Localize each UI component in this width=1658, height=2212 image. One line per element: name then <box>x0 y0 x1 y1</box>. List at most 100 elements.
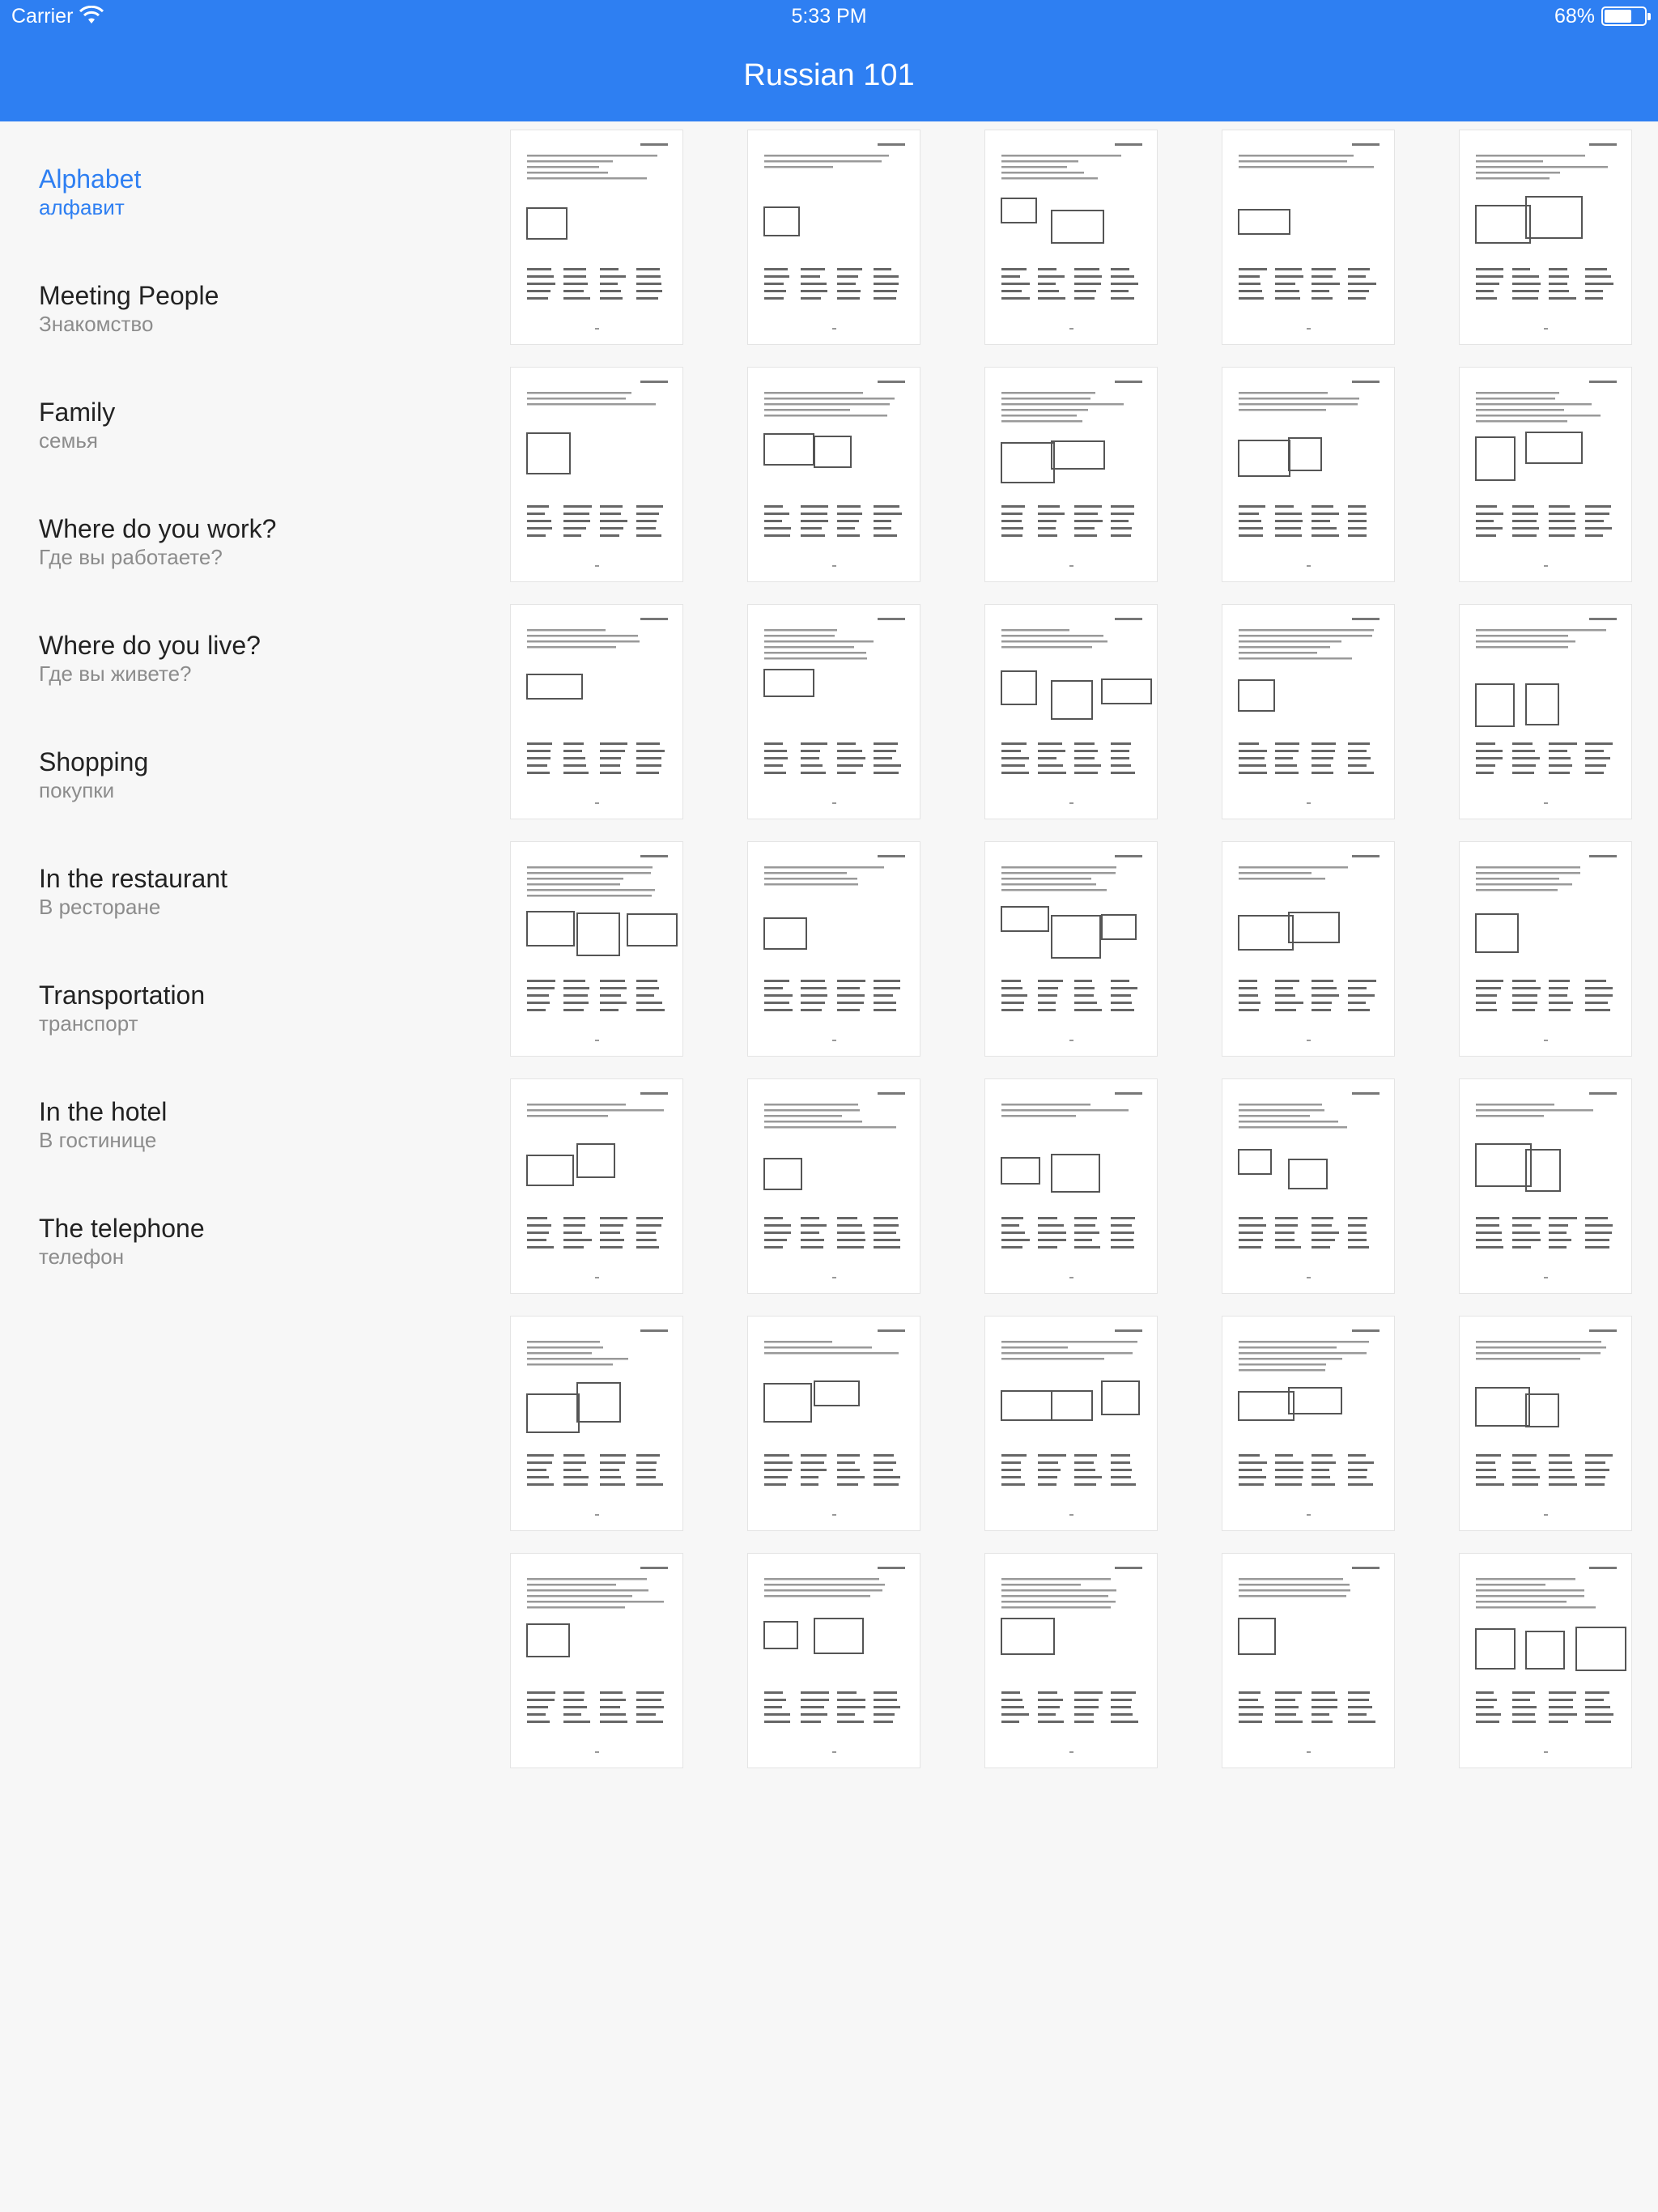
worksheet-page-thumbnail[interactable] <box>1222 1316 1395 1531</box>
sidebar-item-family[interactable]: Family семья <box>39 397 460 486</box>
worksheet-page-sketch <box>526 143 668 330</box>
worksheet-page-thumbnail[interactable] <box>1222 1553 1395 1768</box>
worksheet-page-sketch <box>1001 1329 1142 1516</box>
worksheet-page-thumbnail[interactable] <box>747 841 920 1057</box>
worksheet-page-sketch <box>1238 143 1380 330</box>
sidebar-item-in-the-restaurant[interactable]: In the restaurant В ресторане <box>39 863 460 952</box>
worksheet-page-sketch <box>1001 618 1152 804</box>
worksheet-page-sketch <box>1238 1092 1380 1278</box>
worksheet-page-thumbnail[interactable] <box>984 1078 1158 1294</box>
sidebar-item-sublabel: семья <box>39 428 98 453</box>
worksheet-page-sketch <box>1475 855 1617 1041</box>
worksheet-grid <box>510 130 1643 1781</box>
sidebar-item-sublabel: В ресторане <box>39 895 161 919</box>
worksheet-page-sketch <box>1001 855 1142 1041</box>
worksheet-page-thumbnail[interactable] <box>1222 130 1395 345</box>
worksheet-page-thumbnail[interactable] <box>510 1553 683 1768</box>
sidebar-item-sublabel: транспорт <box>39 1011 138 1036</box>
worksheet-page-thumbnail[interactable] <box>984 604 1158 819</box>
sidebar-item-sublabel: алфавит <box>39 195 125 219</box>
worksheet-page-thumbnail[interactable] <box>510 367 683 582</box>
sidebar-item-label: Transportation <box>39 981 206 1010</box>
sidebar-item-label: Shopping <box>39 747 149 776</box>
worksheet-page-sketch <box>526 618 668 804</box>
worksheet-page-thumbnail[interactable] <box>510 1078 683 1294</box>
sidebar-item-sublabel: телефон <box>39 1244 125 1269</box>
sidebar-item-alphabet[interactable]: Alphabet алфавит <box>39 164 460 253</box>
sidebar-item-meeting-people[interactable]: Meeting People Знакомство <box>39 280 460 369</box>
worksheet-page-thumbnail[interactable] <box>1459 1316 1632 1531</box>
worksheet-page-thumbnail[interactable] <box>984 130 1158 345</box>
worksheet-page-sketch <box>526 1329 668 1516</box>
battery-icon <box>1601 6 1651 26</box>
worksheet-page-thumbnail[interactable] <box>510 130 683 345</box>
worksheet-page-sketch <box>763 1567 905 1753</box>
worksheet-page-thumbnail[interactable] <box>747 130 920 345</box>
worksheet-page-sketch <box>526 1567 668 1753</box>
worksheet-page-sketch <box>763 1092 905 1278</box>
worksheet-page-thumbnail[interactable] <box>747 604 920 819</box>
worksheet-page-thumbnail[interactable] <box>1459 130 1632 345</box>
sidebar-item-label: Where do you live? <box>39 631 261 660</box>
status-bar: Carrier 5:33 PM 68% <box>0 0 1658 34</box>
worksheet-page-sketch <box>526 381 668 567</box>
sidebar-item-label: Where do you work? <box>39 514 277 543</box>
worksheet-page-sketch <box>526 1092 668 1278</box>
worksheet-page-sketch <box>763 143 905 330</box>
header-bar: Carrier 5:33 PM 68% Russian 101 <box>0 0 1658 121</box>
worksheet-page-sketch <box>1475 1329 1617 1516</box>
battery-percent: 68% <box>1554 5 1595 28</box>
sidebar-item-label: The telephone <box>39 1214 205 1243</box>
worksheet-page-thumbnail[interactable] <box>984 1316 1158 1531</box>
worksheet-page-sketch <box>1238 381 1380 567</box>
sidebar-item-the-telephone[interactable]: The telephone телефон <box>39 1213 460 1302</box>
worksheet-page-sketch <box>1001 1092 1142 1278</box>
worksheet-page-thumbnail[interactable] <box>1222 1078 1395 1294</box>
sidebar-item-label: Family <box>39 398 116 427</box>
worksheet-page-thumbnail[interactable] <box>1459 604 1632 819</box>
worksheet-page-thumbnail[interactable] <box>747 1553 920 1768</box>
sidebar-item-in-the-hotel[interactable]: In the hotel В гостинице <box>39 1096 460 1185</box>
worksheet-page-thumbnail[interactable] <box>984 367 1158 582</box>
worksheet-page-thumbnail[interactable] <box>1222 841 1395 1057</box>
worksheet-page-thumbnail[interactable] <box>510 604 683 819</box>
worksheet-page-thumbnail[interactable] <box>1459 1078 1632 1294</box>
worksheet-page-sketch <box>526 855 678 1041</box>
sidebar-item-transportation[interactable]: Transportation транспорт <box>39 980 460 1069</box>
worksheet-page-sketch <box>1475 618 1617 804</box>
worksheet-page-sketch <box>1475 143 1617 330</box>
sidebar-item-sublabel: Знакомство <box>39 312 154 336</box>
worksheet-page-sketch <box>1238 1329 1380 1516</box>
worksheet-page-sketch <box>1238 855 1380 1041</box>
sidebar-item-label: In the restaurant <box>39 864 228 893</box>
worksheet-page-sketch <box>763 381 905 567</box>
worksheet-page-thumbnail[interactable] <box>984 1553 1158 1768</box>
worksheet-page-sketch <box>1001 143 1142 330</box>
sidebar-item-sublabel: Где вы живете? <box>39 661 192 686</box>
worksheet-page-sketch <box>763 855 905 1041</box>
worksheet-page-sketch <box>1475 1092 1617 1278</box>
sidebar-item-where-do-you-work[interactable]: Where do you work? Где вы работаете? <box>39 513 460 602</box>
worksheet-page-thumbnail[interactable] <box>1222 367 1395 582</box>
worksheet-page-thumbnail[interactable] <box>984 841 1158 1057</box>
sidebar-item-where-do-you-live[interactable]: Where do you live? Где вы живете? <box>39 630 460 719</box>
sidebar-item-label: In the hotel <box>39 1097 168 1126</box>
worksheet-page-thumbnail[interactable] <box>510 841 683 1057</box>
sidebar-item-sublabel: В гостинице <box>39 1128 157 1152</box>
worksheet-page-thumbnail[interactable] <box>510 1316 683 1531</box>
worksheet-page-thumbnail[interactable] <box>1459 1553 1632 1768</box>
worksheet-page-thumbnail[interactable] <box>1222 604 1395 819</box>
worksheet-page-thumbnail[interactable] <box>747 367 920 582</box>
worksheet-page-sketch <box>1238 618 1380 804</box>
sidebar-item-label: Alphabet <box>39 164 142 194</box>
worksheet-page-thumbnail[interactable] <box>1459 367 1632 582</box>
sidebar-item-shopping[interactable]: Shopping покупки <box>39 747 460 836</box>
worksheet-page-sketch <box>763 1329 905 1516</box>
worksheet-page-sketch <box>1001 1567 1142 1753</box>
page-title: Russian 101 <box>743 58 915 92</box>
worksheet-page-thumbnail[interactable] <box>747 1316 920 1531</box>
sidebar-item-label: Meeting People <box>39 281 219 310</box>
worksheet-page-thumbnail[interactable] <box>1459 841 1632 1057</box>
worksheet-page-thumbnail[interactable] <box>747 1078 920 1294</box>
sidebar-item-sublabel: Где вы работаете? <box>39 545 223 569</box>
